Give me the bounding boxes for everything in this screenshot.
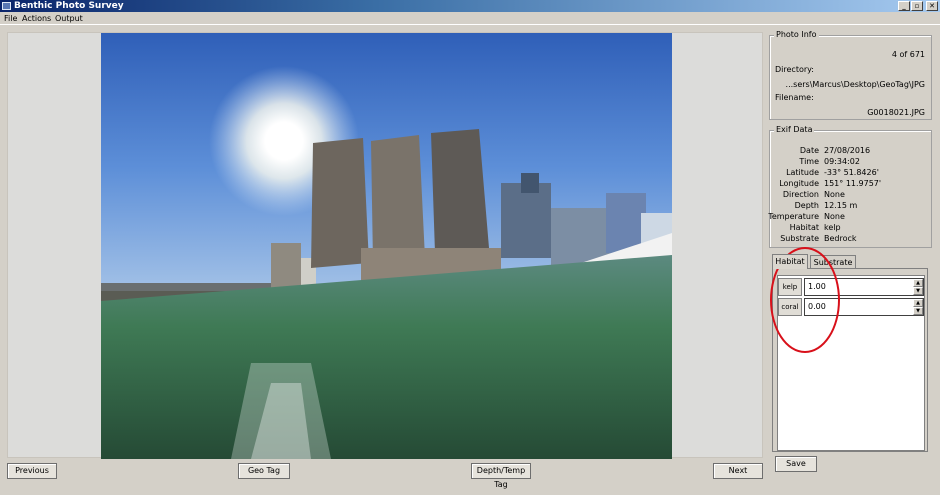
restore-icon[interactable]: ▫ (911, 1, 923, 11)
spin-up-icon[interactable]: ▲ (913, 279, 923, 287)
photo-info-title: Photo Info (774, 30, 819, 39)
exif-row: Direction None (770, 190, 940, 201)
kelp-value[interactable]: 1.00 (808, 282, 826, 291)
tab-substrate[interactable]: Substrate (810, 255, 856, 269)
exif-row: Temperature None (768, 212, 940, 223)
depth-temp-tag-button[interactable]: Depth/Temp Tag (471, 463, 531, 489)
tab-habitat[interactable]: Habitat (772, 254, 808, 269)
app-icon (2, 2, 11, 10)
exif-value: 09:34:02 (824, 157, 860, 166)
menu-bar: File Actions Output (0, 12, 940, 25)
menu-actions[interactable]: Actions (22, 14, 51, 23)
title-bar: Benthic Photo Survey _ ▫ ✕ (0, 0, 940, 12)
filename-value: G0018021.JPG (867, 108, 925, 117)
exif-value: kelp (824, 223, 841, 232)
exif-label: Substrate (780, 234, 819, 243)
coral-spinbox[interactable]: 0.00 ▲ ▼ (804, 298, 924, 316)
minimize-icon[interactable]: _ (898, 1, 910, 11)
exif-label: Temperature (768, 212, 819, 221)
exif-row: Substrate Bedrock (770, 234, 940, 245)
exif-label: Depth (794, 201, 819, 210)
window-controls: _ ▫ ✕ (898, 1, 938, 11)
exif-value: 27/08/2016 (824, 146, 871, 155)
photo-counter: 4 of 671 (891, 50, 925, 59)
exif-value: 151° 11.9757' (824, 179, 882, 188)
menu-file[interactable]: File (4, 14, 17, 23)
previous-button[interactable]: Previous (7, 463, 57, 479)
menu-output[interactable]: Output (55, 14, 83, 23)
window-title: Benthic Photo Survey (14, 1, 124, 11)
exif-label: Habitat (789, 223, 819, 232)
coral-spin-buttons: ▲ ▼ (913, 299, 923, 315)
photo-image (101, 33, 672, 459)
exif-row: Habitat kelp (770, 223, 940, 234)
filename-label: Filename: (775, 93, 814, 102)
close-icon[interactable]: ✕ (926, 1, 938, 11)
spin-up-icon[interactable]: ▲ (913, 299, 923, 307)
exif-value: -33° 51.8426' (824, 168, 879, 177)
habitat-label-coral: coral (778, 298, 802, 316)
exif-label: Date (799, 146, 819, 155)
exif-label: Direction (782, 190, 819, 199)
kelp-spin-buttons: ▲ ▼ (913, 279, 923, 295)
coral-value[interactable]: 0.00 (808, 302, 826, 311)
exif-label: Latitude (786, 168, 819, 177)
exif-label: Time (799, 157, 819, 166)
exif-row: Depth 12.15 m (770, 201, 940, 212)
habitat-label-kelp: kelp (778, 278, 802, 296)
exif-row: Time 09:34:02 (770, 157, 940, 168)
geo-tag-button[interactable]: Geo Tag (238, 463, 290, 479)
exif-data-title: Exif Data (774, 125, 815, 134)
photo-info-group: Photo Info 4 of 671 Directory: ...sers\M… (769, 30, 932, 120)
exif-row: Longitude 151° 11.9757' (770, 179, 940, 190)
spin-down-icon[interactable]: ▼ (913, 307, 923, 315)
spin-down-icon[interactable]: ▼ (913, 287, 923, 295)
directory-label: Directory: (775, 65, 814, 74)
save-button[interactable]: Save (775, 456, 817, 472)
exif-row: Date 27/08/2016 (770, 146, 940, 157)
directory-value: ...sers\Marcus\Desktop\GeoTag\JPG (785, 80, 925, 89)
exif-row: Latitude -33° 51.8426' (770, 168, 940, 179)
habitat-tab-pane: kelp 1.00 ▲ ▼ coral 0.00 ▲ ▼ (772, 268, 928, 452)
exif-label: Longitude (779, 179, 819, 188)
photo-viewer (7, 32, 763, 459)
exif-value: Bedrock (824, 234, 857, 243)
survey-photo (101, 33, 672, 459)
exif-data-group: Exif Data Date 27/08/2016 Time 09:34:02 … (768, 125, 932, 248)
kelp-spinbox[interactable]: 1.00 ▲ ▼ (804, 278, 924, 296)
exif-value: 12.15 m (824, 201, 858, 210)
exif-value: None (824, 190, 845, 199)
next-button[interactable]: Next (713, 463, 763, 479)
exif-value: None (824, 212, 845, 221)
habitat-list: kelp 1.00 ▲ ▼ coral 0.00 ▲ ▼ (777, 275, 925, 451)
